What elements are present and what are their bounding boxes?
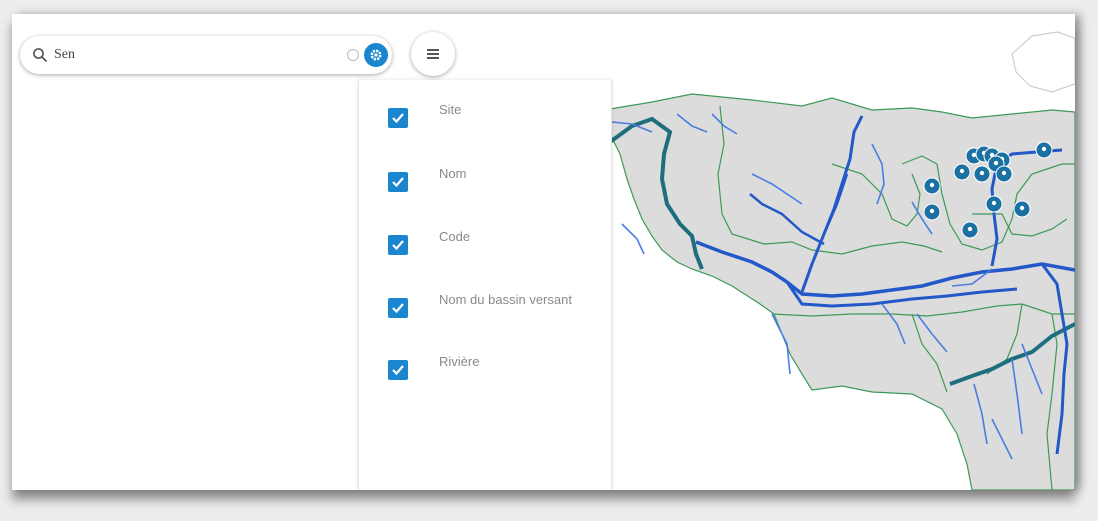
search-input[interactable] xyxy=(54,44,314,66)
column-option-riviere[interactable]: Rivière xyxy=(359,352,611,382)
check-icon xyxy=(392,240,404,251)
checkbox[interactable] xyxy=(388,172,408,192)
menu-button[interactable] xyxy=(411,32,455,76)
column-option-label: Nom xyxy=(439,166,467,181)
checkbox[interactable] xyxy=(388,108,408,128)
search-icon[interactable] xyxy=(32,47,48,63)
check-icon xyxy=(392,113,404,124)
column-option-label: Nom du bassin versant xyxy=(439,292,572,307)
border-outline xyxy=(1011,31,1075,93)
results-panel xyxy=(12,72,358,490)
marker-dot xyxy=(929,208,935,214)
search-bar[interactable] xyxy=(20,36,392,74)
marker-dot xyxy=(993,160,999,166)
marker-dot xyxy=(979,170,985,176)
clear-icon[interactable] xyxy=(347,49,359,61)
check-icon xyxy=(392,177,404,188)
hamburger-menu-icon xyxy=(427,49,439,59)
app-frame: Site Nom Code Nom du bassin versant Rivi… xyxy=(12,14,1075,490)
checkbox[interactable] xyxy=(388,235,408,255)
settings-button[interactable] xyxy=(364,43,388,67)
column-option-site[interactable]: Site xyxy=(359,100,611,130)
column-option-nom-bassin-versant[interactable]: Nom du bassin versant xyxy=(359,290,611,320)
column-option-code[interactable]: Code xyxy=(359,227,611,257)
column-option-label: Code xyxy=(439,229,471,244)
marker-dot xyxy=(959,168,965,174)
checkbox[interactable] xyxy=(388,298,408,318)
marker-dot xyxy=(967,226,973,232)
check-icon xyxy=(392,365,404,376)
marker-dot xyxy=(1001,170,1007,176)
column-option-label: Site xyxy=(439,102,462,117)
checkbox[interactable] xyxy=(388,360,408,380)
check-icon xyxy=(392,303,404,314)
marker-dot xyxy=(991,200,997,206)
column-option-label: Rivière xyxy=(439,354,480,369)
column-option-nom[interactable]: Nom xyxy=(359,164,611,194)
marker-dot xyxy=(929,182,935,188)
marker-dot xyxy=(1019,205,1025,211)
marker-dot xyxy=(1041,146,1047,152)
gear-icon xyxy=(370,49,382,61)
column-selector-panel: Site Nom Code Nom du bassin versant Rivi… xyxy=(358,80,612,490)
